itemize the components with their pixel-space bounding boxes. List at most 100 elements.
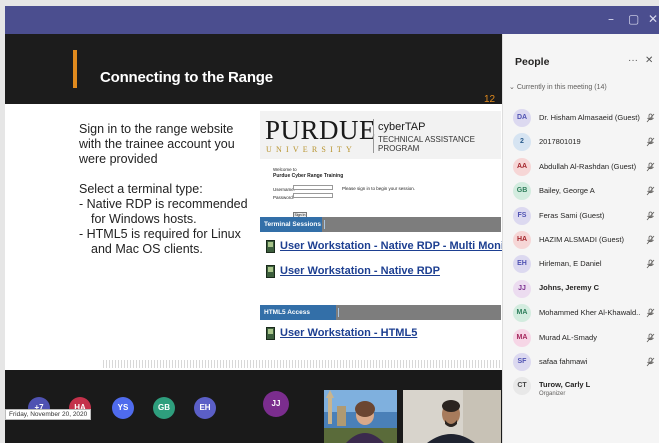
header-divider (373, 119, 374, 153)
slide-bullet: - Native RDP is recommended for Windows … (79, 197, 248, 226)
participant-avatar: JJ (513, 279, 531, 298)
participant-row[interactable]: GB Bailey, George A (513, 182, 659, 202)
meeting-section-header[interactable]: ⌄ Currently in this meeting (14) (509, 83, 607, 91)
avatar-speaker[interactable]: JJ (263, 391, 289, 417)
welcome-text: Welcome to (273, 167, 297, 172)
participant-avatar: SF (513, 353, 531, 371)
mic-muted-icon (646, 186, 655, 198)
workstation-icon (266, 265, 275, 278)
participant-avatar: CT (513, 377, 531, 396)
video-feed-woman (324, 390, 397, 443)
terminal-sessions-tab[interactable]: Terminal Sessions (260, 217, 322, 232)
meeting-stage: Connecting to the Range 12 Sign in to th… (5, 34, 502, 443)
participant-name: Bailey, George A (539, 186, 595, 196)
participant-row[interactable]: SF safaa fahmawi (513, 353, 659, 373)
participant-name: Abdullah Al-Rashdan (Guest) (539, 161, 637, 171)
slide-footer-stripes (103, 360, 501, 368)
participant-avatar: DA (513, 109, 531, 127)
workstation-icon (266, 327, 275, 340)
participant-avatar: MA (513, 304, 531, 323)
html5-sessions-tab[interactable]: HTML5 Access Sessions (260, 305, 336, 331)
mic-muted-icon (646, 357, 655, 369)
video-feed-man (403, 390, 501, 443)
avatar[interactable]: GB (153, 397, 175, 419)
purdue-logo: PURDUE (265, 115, 377, 145)
mic-muted-icon (646, 113, 655, 125)
minimize-icon[interactable]: – (608, 12, 614, 26)
participant-avatar: AA (513, 157, 531, 176)
mic-muted-icon (646, 162, 655, 174)
avatar[interactable]: YS (112, 397, 134, 419)
ws-link-label[interactable]: User Workstation - HTML5 (280, 327, 417, 339)
participant-row[interactable]: FS Feras Sami (Guest) (513, 206, 659, 227)
password-label: Password: (273, 195, 295, 200)
login-form: Welcome to Purdue Cyber Range Training U… (260, 159, 501, 218)
html5-sessions-bar: HTML5 Access Sessions (260, 305, 501, 331)
participant-name: Dr. Hisham Almasaeid (Guest) (539, 113, 640, 122)
participant-row[interactable]: MA Mohammed Kher Al-Khawald.. (513, 304, 659, 324)
video-tile-man[interactable] (403, 390, 501, 443)
participant-row[interactable]: CT Turow, Carly L Organizer (513, 377, 659, 397)
participant-row[interactable]: DA Dr. Hisham Almasaeid (Guest) (513, 109, 659, 129)
participant-name: Feras Sami (Guest) (539, 210, 605, 220)
tab-separator (324, 220, 325, 229)
participant-avatar: HA (513, 231, 531, 249)
participant-avatar: 2 (513, 133, 531, 152)
chevron-down-icon: ⌄ (509, 84, 517, 91)
participant-row[interactable]: HA HAZIM ALSMADI (Guest) (513, 231, 659, 251)
close-window-icon[interactable]: ✕ (648, 12, 658, 26)
slide-title: Connecting to the Range (100, 69, 273, 86)
participant-avatar: GB (513, 182, 531, 201)
slide-header: Connecting to the Range 12 (5, 34, 502, 105)
terminal-sessions-bar: Terminal Sessions (260, 217, 501, 232)
password-field[interactable] (293, 193, 333, 198)
shared-slide: Connecting to the Range 12 Sign in to th… (5, 34, 502, 370)
participant-row[interactable]: JJ Johns, Jeremy C (513, 279, 659, 300)
teams-window: – ▢ ✕ Connecting to the Range 12 Sign in… (0, 0, 659, 443)
participant-row[interactable]: MA Murad AL-Smady (513, 328, 659, 349)
mic-muted-icon (646, 259, 655, 271)
ws-link-label[interactable]: User Workstation - Native RDP (280, 265, 440, 277)
purdue-range-screenshot: PURDUE UNIVERSITY cyberTAP TECHNICAL ASS… (260, 111, 502, 361)
participant-name: Turow, Carly L (539, 380, 591, 390)
participant-name: HAZIM ALSMADI (Guest) (539, 235, 625, 244)
cybertap-title: cyberTAP (378, 121, 426, 133)
participant-name: Mohammed Kher Al-Khawald.. (539, 308, 641, 318)
participant-avatar: MA (513, 328, 531, 347)
mic-muted-icon (646, 308, 655, 320)
ws-link-label[interactable]: User Workstation - Native RDP - Multi Mo… (280, 240, 502, 252)
cybertap-subtitle: TECHNICAL ASSISTANCE PROGRAM (378, 135, 475, 153)
slide-paragraph-signin: Sign in to the range website with the tr… (79, 122, 235, 166)
slide-paragraph-terminal: Select a terminal type: (79, 182, 203, 196)
title-bar: – ▢ ✕ (5, 6, 659, 34)
mic-muted-icon (646, 235, 655, 247)
login-hint: Please sign in to begin your session. (342, 186, 416, 191)
participant-row[interactable]: AA Abdullah Al-Rashdan (Guest) (513, 157, 659, 178)
section-label: Currently in this meeting (14) (516, 84, 607, 91)
username-label: Username: (273, 187, 296, 192)
ws-html5[interactable]: User Workstation - HTML5 (266, 326, 498, 342)
more-icon[interactable]: ··· (628, 55, 638, 66)
participant-row[interactable]: EH Hirleman, E Daniel (513, 255, 659, 275)
ws-native-rdp-multi[interactable]: User Workstation - Native RDP - Multi Mo… (266, 239, 502, 255)
purdue-header: PURDUE UNIVERSITY cyberTAP TECHNICAL ASS… (260, 111, 501, 159)
participant-role: Organizer (539, 391, 566, 398)
avatar[interactable]: EH (194, 397, 216, 419)
people-title: People (515, 56, 550, 68)
slide-body-text: Sign in to the range website with the tr… (79, 122, 255, 257)
username-field[interactable] (293, 185, 333, 190)
purdue-university-text: UNIVERSITY (266, 145, 356, 154)
tab-separator (338, 308, 339, 317)
maximize-icon[interactable]: ▢ (628, 12, 639, 26)
mic-muted-icon (646, 333, 655, 345)
close-icon[interactable]: ✕ (645, 55, 653, 66)
participant-avatar: EH (513, 255, 531, 274)
participant-name: Hirleman, E Daniel (539, 259, 602, 269)
video-tile-woman[interactable] (324, 390, 397, 443)
ws-native-rdp[interactable]: User Workstation - Native RDP (266, 264, 498, 280)
participant-name: 2017801019 (539, 137, 581, 147)
participant-name: safaa fahmawi (539, 357, 588, 366)
date-badge: Friday, November 20, 2020 (5, 409, 92, 420)
participant-avatar: FS (513, 206, 531, 225)
participant-row[interactable]: 2 2017801019 (513, 133, 659, 153)
